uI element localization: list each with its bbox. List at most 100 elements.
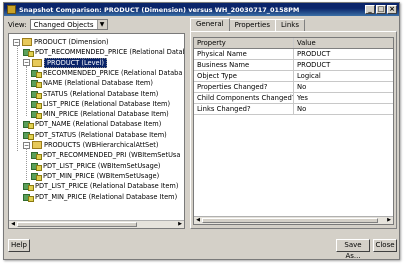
property-name-cell: Properties Changed? — [194, 82, 294, 92]
tab-links[interactable]: Links — [274, 19, 305, 31]
tree-node-label: PDT_LIST_PRICE (WBItemSetUsage) — [43, 161, 161, 170]
tab-general[interactable]: General — [190, 18, 230, 31]
item-icon — [23, 182, 34, 192]
table-row[interactable]: Properties Changed? No — [194, 82, 393, 93]
maximize-button[interactable]: □ — [376, 5, 386, 14]
close-window-button[interactable]: × — [387, 5, 397, 14]
snapshot-comparison-window: Snapshot Comparison: PRODUCT (Dimension)… — [3, 2, 400, 260]
property-grid: Property Value Physical Name PRODUCT Busin… — [193, 37, 394, 225]
property-name-cell: Object Type — [194, 71, 294, 81]
tree-node-label: PDT_RECOMMENDED_PRI (WBItemSetUsa — [43, 151, 181, 160]
tree-node[interactable]: STATUS (Relational Database Item) — [31, 89, 158, 99]
item-icon — [31, 151, 42, 161]
scroll-left-icon[interactable]: ◀ — [9, 221, 17, 228]
chevron-down-icon[interactable]: ▼ — [96, 20, 107, 29]
scroll-thumb[interactable] — [202, 218, 378, 223]
tree-node-label: PDT_MIN_PRICE (Relational Database Item) — [35, 192, 178, 201]
grid-horizontal-scrollbar[interactable]: ◀ ▶ — [194, 216, 393, 224]
item-icon — [23, 48, 34, 58]
property-value-cell: No — [297, 83, 307, 91]
tree-node[interactable]: PDT_MIN_PRICE (Relational Database Item) — [23, 192, 177, 202]
property-value-cell: PRODUCT — [297, 61, 331, 69]
tree-node-label: PRODUCT (Dimension) — [34, 38, 109, 46]
scroll-thumb[interactable] — [17, 222, 137, 227]
property-value-cell: No — [297, 105, 307, 113]
property-name-cell: Links Changed? — [194, 104, 294, 114]
table-row[interactable]: Physical Name PRODUCT — [194, 49, 393, 60]
tree-node[interactable]: PDT_RECOMMENDED_PRI (WBItemSetUsa — [31, 150, 181, 161]
item-icon — [31, 100, 42, 109]
tree-node[interactable]: PDT_RECOMMENDED_PRICE (Relational Datab — [23, 47, 185, 58]
item-icon — [23, 120, 34, 130]
tree-node-label: PDT_RECOMMENDED_PRICE (Relational Datab — [35, 48, 185, 57]
property-value-cell: Logical — [297, 72, 321, 80]
attset-icon — [32, 141, 42, 149]
tree-node-label: PRODUCT (Level) — [44, 57, 107, 68]
property-name-cell: Business Name — [194, 60, 294, 70]
table-row[interactable]: Object Type Logical — [194, 71, 393, 82]
close-button[interactable]: Close — [373, 239, 397, 252]
tree-node-label: PDT_MIN_PRICE (WBItemSetUsage) — [43, 171, 160, 180]
object-tree[interactable]: PDT_MIN_PRICE (Relational Database Item)… — [8, 33, 185, 229]
view-select[interactable]: Changed Objects ▼ — [29, 19, 108, 30]
app-icon — [7, 5, 16, 14]
title-bar[interactable]: Snapshot Comparison: PRODUCT (Dimension)… — [4, 3, 399, 16]
tree-connector-line — [17, 45, 18, 151]
save-as-button[interactable]: Save As... — [336, 239, 370, 260]
item-icon — [31, 172, 42, 181]
scroll-right-icon[interactable]: ▶ — [385, 217, 393, 224]
table-row[interactable]: Child Components Changed? Yes — [194, 93, 393, 104]
tab-properties[interactable]: Properties — [228, 19, 276, 31]
tree-node[interactable]: − PRODUCT (Level) — [23, 57, 107, 68]
level-icon — [32, 58, 42, 67]
tree-node-label: PRODUCTS (WBHierarchicalAttSet) — [44, 141, 159, 149]
view-label: View: — [8, 20, 27, 29]
tree-node[interactable]: − PRODUCT (Dimension) — [13, 37, 109, 47]
tree-node[interactable]: NAME (Relational Database Item) — [31, 78, 153, 89]
tree-node[interactable]: PDT_STATUS (Relational Database Item) — [23, 130, 167, 140]
property-value-cell: Yes — [297, 94, 308, 102]
item-icon — [31, 69, 42, 78]
scroll-left-icon[interactable]: ◀ — [194, 217, 202, 224]
tree-node[interactable]: RECOMMENDED_PRICE (Relational Databa — [31, 68, 182, 78]
tree-connector-line — [26, 148, 27, 180]
property-name-cell: Physical Name — [194, 49, 294, 59]
tree-node[interactable]: LIST_PRICE (Relational Database Item) — [31, 99, 170, 109]
item-icon — [23, 193, 34, 202]
scroll-right-icon[interactable]: ▶ — [176, 221, 184, 228]
help-button[interactable]: Help — [8, 239, 30, 252]
tree-node[interactable]: PDT_NAME (Relational Database Item) — [23, 119, 162, 130]
tree-node[interactable]: − PRODUCTS (WBHierarchicalAttSet) — [23, 140, 158, 150]
item-icon — [31, 90, 42, 99]
tree-node[interactable]: PDT_LIST_PRICE (WBItemSetUsage) — [31, 161, 160, 171]
column-header-value[interactable]: Value — [294, 38, 393, 48]
view-row: View: Changed Objects ▼ — [8, 19, 108, 30]
property-name-cell: Child Components Changed? — [194, 93, 294, 103]
tree-node-label: MIN_PRICE (Relational Database Item) — [43, 110, 169, 119]
tree-node-label: LIST_PRICE (Relational Database Item) — [43, 99, 171, 108]
tree-horizontal-scrollbar[interactable]: ◀ ▶ — [9, 220, 184, 228]
item-icon — [31, 79, 42, 89]
general-tab-panel: Property Value Physical Name PRODUCT Busin… — [190, 31, 397, 229]
tree-node[interactable]: PDT_MIN_PRICE (WBItemSetUsage) — [31, 171, 159, 181]
table-row[interactable]: Links Changed? No — [194, 104, 393, 115]
grid-header: Property Value — [194, 38, 393, 49]
tree-node[interactable]: PDT_LIST_PRICE (Relational Database Item… — [23, 181, 179, 192]
item-icon — [23, 131, 34, 140]
tree-node-label: RECOMMENDED_PRICE (Relational Databa — [43, 68, 183, 77]
view-select-value: Changed Objects — [33, 20, 94, 29]
tree-node-label: NAME (Relational Database Item) — [43, 79, 153, 88]
minimize-button[interactable]: _ — [365, 5, 375, 14]
property-value-cell: PRODUCT — [297, 50, 331, 58]
tree-node-label: PDT_LIST_PRICE (Relational Database Item… — [35, 182, 179, 191]
tree-node[interactable]: MIN_PRICE (Relational Database Item) — [31, 109, 169, 120]
item-icon — [31, 162, 42, 171]
tree-node-label: PDT_NAME (Relational Database Item) — [35, 120, 162, 129]
tree-connector-line — [26, 66, 27, 116]
tree-node-label: STATUS (Relational Database Item) — [43, 89, 159, 98]
tree-node-label: PDT_STATUS (Relational Database Item) — [35, 130, 167, 139]
table-row[interactable]: Business Name PRODUCT — [194, 60, 393, 71]
dimension-icon — [22, 38, 32, 46]
column-header-property[interactable]: Property — [194, 38, 294, 48]
item-icon — [31, 110, 42, 120]
